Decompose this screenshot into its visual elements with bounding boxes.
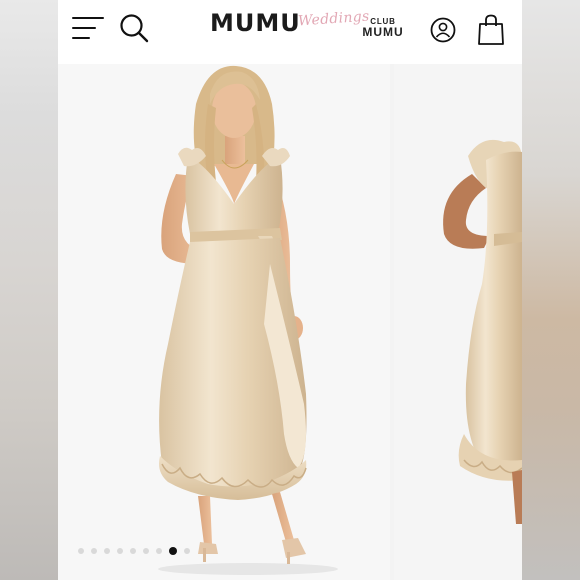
pagination-dot[interactable] [104, 548, 110, 554]
product-image-gallery[interactable] [58, 64, 522, 580]
pagination-dot[interactable] [78, 548, 84, 554]
pagination-dot[interactable] [143, 548, 149, 554]
pagination-dot[interactable] [156, 548, 162, 554]
mobile-page: MUMU Weddings CLUB MUMU [58, 0, 522, 580]
gallery-pagination [78, 546, 190, 556]
club-brand: MUMU [362, 25, 404, 39]
left-backdrop [0, 0, 58, 580]
site-header: MUMU Weddings CLUB MUMU [58, 0, 522, 64]
pagination-dot[interactable] [91, 548, 97, 554]
hamburger-menu-icon[interactable] [72, 16, 104, 40]
pagination-dot[interactable] [184, 548, 190, 554]
shopping-bag-icon[interactable] [478, 14, 504, 46]
search-icon[interactable] [119, 13, 149, 43]
account-icon[interactable] [430, 17, 456, 43]
pagination-dot-active[interactable] [169, 547, 177, 555]
product-photo-next[interactable] [394, 64, 522, 580]
model-photo-peek [394, 64, 522, 580]
club-mumu-link[interactable]: CLUB MUMU [360, 17, 406, 39]
pagination-dot[interactable] [117, 548, 123, 554]
right-backdrop [522, 0, 580, 580]
brand-wordmark: MUMU [210, 9, 301, 37]
pagination-dot[interactable] [130, 548, 136, 554]
model-photo [58, 64, 390, 580]
product-photo-main[interactable] [58, 64, 390, 580]
